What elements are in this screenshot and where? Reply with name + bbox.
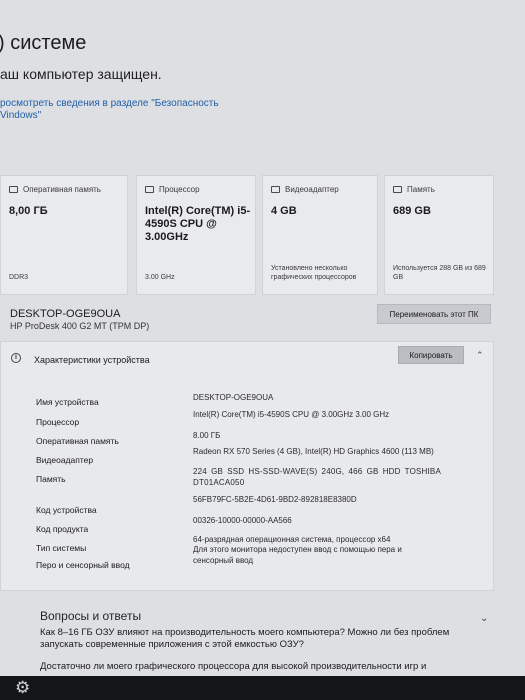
device-model: HP ProDesk 400 G2 MT (TPM DP) <box>10 321 150 331</box>
card-title: Оперативная память <box>23 185 101 194</box>
card-title: Видеоадаптер <box>285 185 339 194</box>
taskbar <box>0 676 525 700</box>
card-footer: DDR3 <box>9 274 29 281</box>
spec-label: Перо и сенсорный ввод <box>36 560 130 570</box>
processor-icon <box>145 186 154 193</box>
info-icon: i <box>11 353 21 363</box>
rename-pc-button[interactable]: Переименовать этот ПК <box>377 304 491 324</box>
memory-icon <box>9 186 18 193</box>
storage-icon <box>393 186 402 193</box>
card-footer: 3.00 GHz <box>145 274 175 281</box>
copy-button[interactable]: Копировать <box>398 346 464 364</box>
card-title: Процессор <box>159 185 200 194</box>
spec-value: 224 GB SSD HS-SSD-WAVE(S) 240G, 466 GB H… <box>193 467 441 487</box>
card-footer: Используется 288 GB из 689 GB <box>393 265 486 281</box>
display-adapter-icon <box>271 186 280 193</box>
device-name: DESKTOP-OGE9OUA <box>10 308 121 320</box>
protection-status: аш компьютер защищен. <box>0 66 162 82</box>
spec-label: Тип системы <box>36 543 87 553</box>
spec-label: Оперативная память <box>36 436 119 446</box>
chevron-up-icon[interactable]: ⌃ <box>476 350 484 361</box>
spec-label: Код продукта <box>36 524 89 534</box>
card-title: Память <box>407 185 435 194</box>
card-footer: Установлено несколько графических процес… <box>271 265 357 281</box>
specs-title: Характеристики устройства <box>34 355 150 365</box>
card-value: Intel(R) Core(TM) i5-4590S CPU @ 3.00GHz <box>145 205 251 243</box>
spec-label: Код устройства <box>36 505 97 515</box>
spec-value: 8.00 ГБ <box>193 431 221 440</box>
spec-label: Видеоадаптер <box>36 455 94 465</box>
spec-value: DESKTOP-OGE9OUA <box>193 393 274 402</box>
chevron-down-icon[interactable]: ⌄ <box>480 613 488 624</box>
card-value: 8,00 ГБ <box>9 205 48 217</box>
spec-value: Для этого монитора недоступен ввод с пом… <box>193 545 402 565</box>
spec-value: 56FB79FC-5B2E-4D61-9BD2-892818E8380D <box>193 495 357 504</box>
faq-item[interactable]: Как 8–16 ГБ ОЗУ влияют на производительн… <box>40 627 470 651</box>
spec-value: 00326-10000-00000-AA566 <box>193 516 292 525</box>
spec-value: Intel(R) Core(TM) i5-4590S CPU @ 3.00GHz… <box>193 410 390 419</box>
storage-card: Память 689 GB Используется 288 GB из 689… <box>384 175 494 295</box>
memory-card: Оперативная память 8,00 ГБ DDR3 <box>0 175 128 295</box>
card-value: 689 GB <box>393 205 431 217</box>
card-value: 4 GB <box>271 205 297 217</box>
spec-label: Память <box>36 474 66 484</box>
spec-label: Имя устройства <box>36 397 99 407</box>
security-link[interactable]: росмотреть сведения в разделе "Безопасно… <box>0 98 230 122</box>
gear-icon[interactable]: ⚙ <box>15 679 30 697</box>
spec-label: Процессор <box>36 417 80 427</box>
processor-card: Процессор Intel(R) Core(TM) i5-4590S CPU… <box>136 175 256 295</box>
page-title: ) системе <box>0 32 87 54</box>
display-adapter-card: Видеоадаптер 4 GB Установлено несколько … <box>262 175 378 295</box>
spec-value: Radeon RX 570 Series (4 GB), Intel(R) HD… <box>193 447 434 456</box>
faq-item[interactable]: Достаточно ли моего графического процесс… <box>40 661 470 673</box>
faq-title: Вопросы и ответы <box>40 609 142 623</box>
